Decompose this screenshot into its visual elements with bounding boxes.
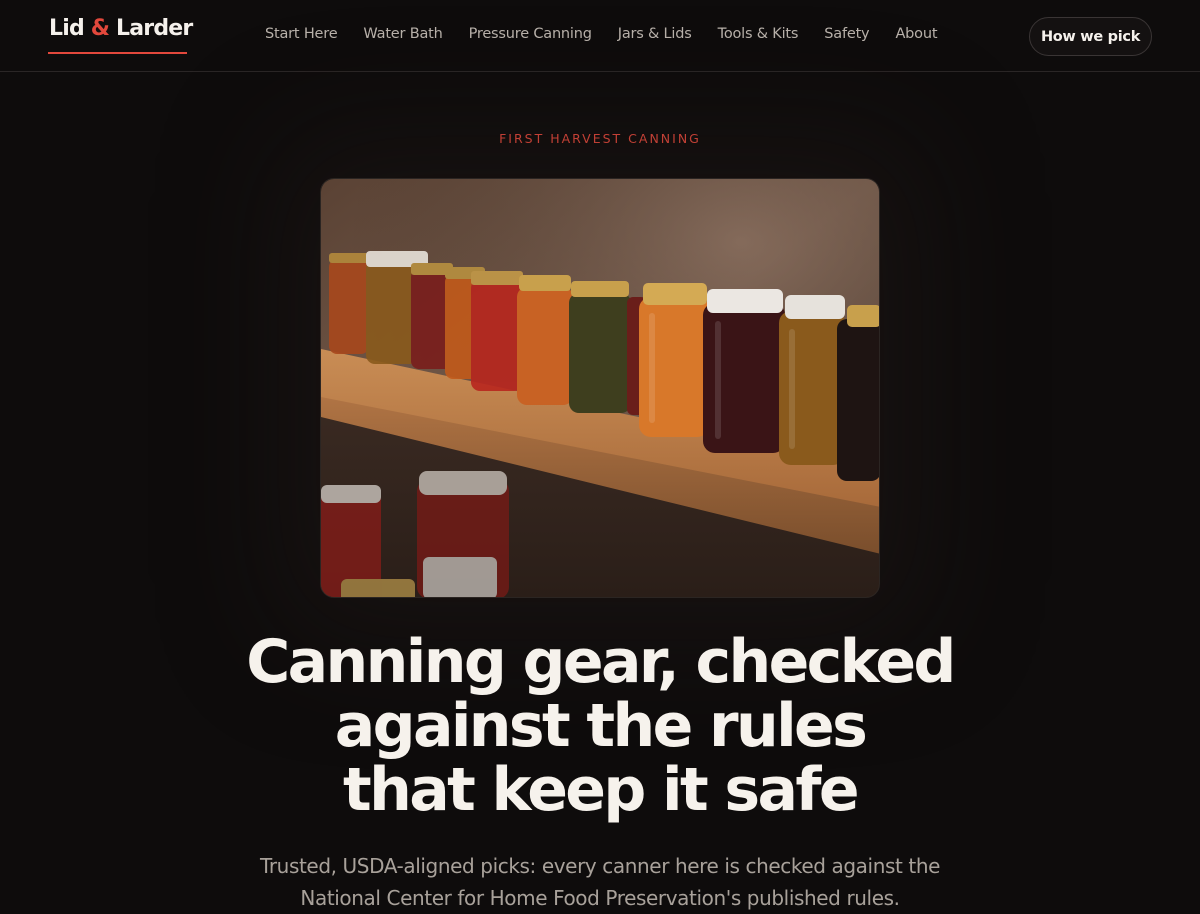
headline-line-1: Canning gear, checked [246,627,956,697]
logo-text-lid: Lid [49,16,91,41]
nav-item-safety[interactable]: Safety [824,26,869,42]
hero-headline: Canning gear, checked against the rules … [180,630,1020,822]
logo-ampersand: & [90,16,110,41]
headline-line-3: that keep it safe [343,755,860,825]
nav-item-jars-lids[interactable]: Jars & Lids [618,26,692,42]
hero-subhead: Trusted, USDA-aligned picks: every canne… [259,854,941,910]
hero-eyebrow: FIRST HARVEST CANNING [499,131,701,146]
nav-item-start-here[interactable]: Start Here [265,26,338,42]
nav-item-water-bath[interactable]: Water Bath [363,26,442,42]
nav-item-pressure-canning[interactable]: Pressure Canning [469,26,592,42]
site-logo[interactable]: Lid & Larder [49,16,193,41]
hero-image [320,178,880,598]
canning-jars-photo-icon [321,179,879,597]
how-we-pick-button[interactable]: How we pick [1029,17,1152,56]
main-nav: Start Here Water Bath Pressure Canning J… [265,26,963,42]
logo-underline [48,52,187,54]
logo-text-larder: Larder [109,16,193,41]
nav-item-about[interactable]: About [895,26,937,42]
nav-item-tools-kits[interactable]: Tools & Kits [718,26,799,42]
headline-line-2: against the rules [334,691,868,761]
site-header: Lid & Larder Start Here Water Bath Press… [0,0,1200,72]
